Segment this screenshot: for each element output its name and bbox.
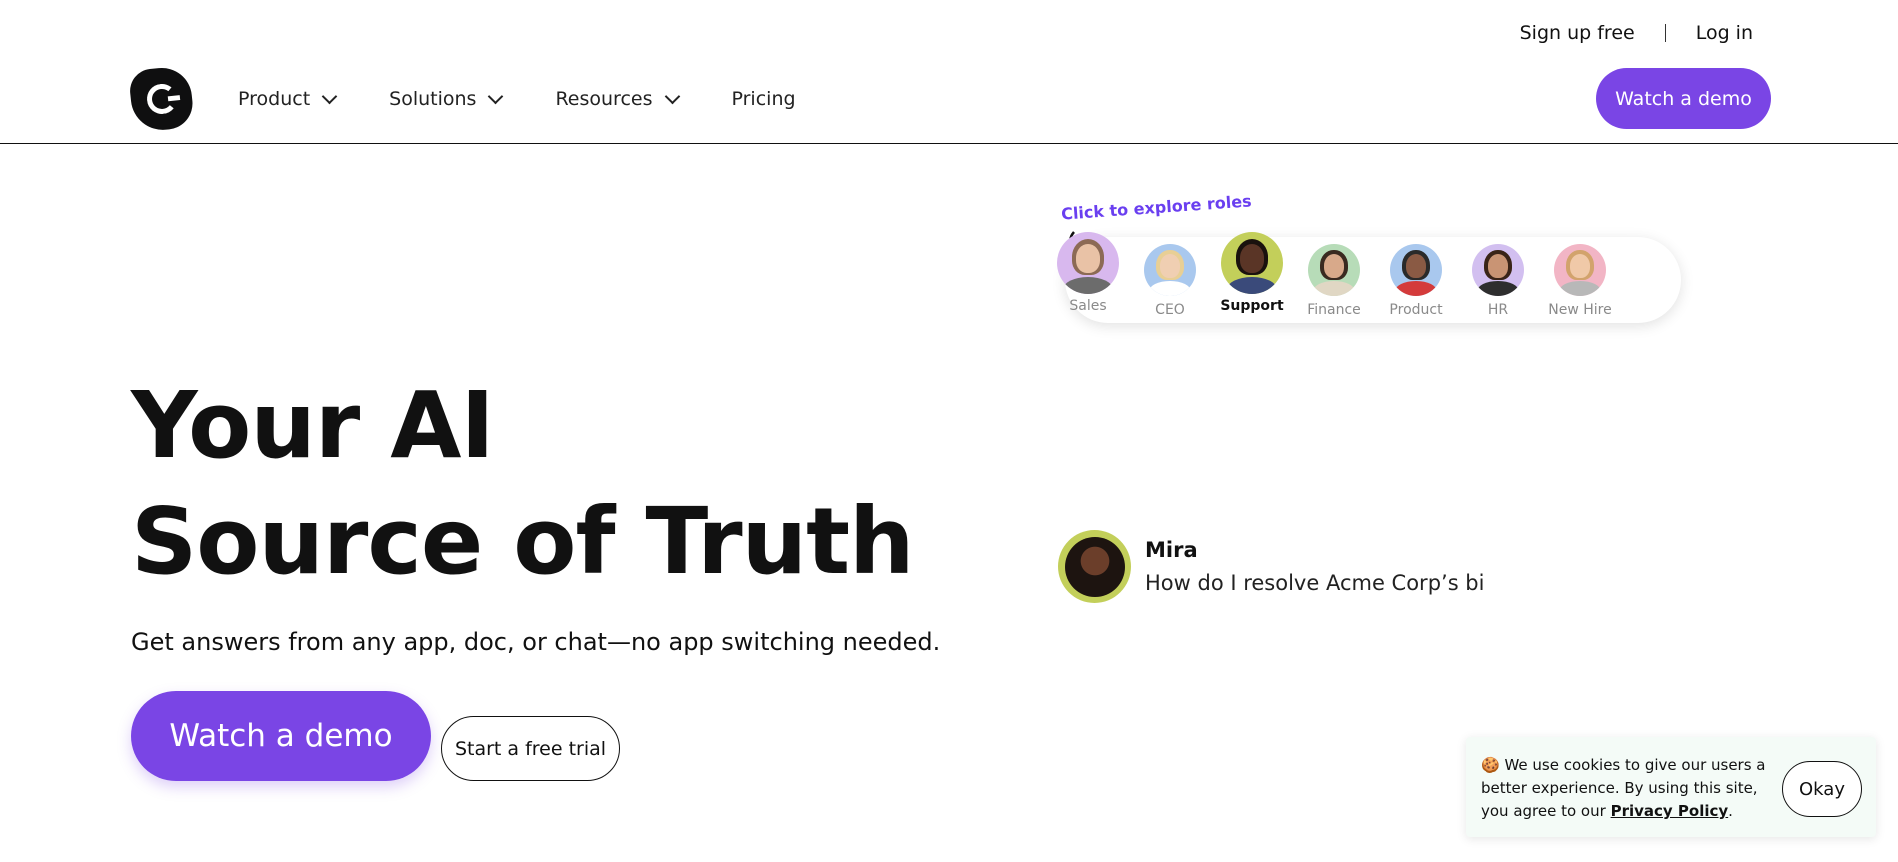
explore-roles-hint: Click to explore roles xyxy=(1060,191,1253,224)
role-new-hire[interactable]: New Hire xyxy=(1540,244,1620,318)
cookie-banner: 🍪 We use cookies to give our users a bet… xyxy=(1466,737,1876,837)
role-label: HR xyxy=(1487,302,1509,318)
nav-item-solutions[interactable]: Solutions xyxy=(389,88,504,110)
cookie-period: . xyxy=(1728,802,1733,820)
nav-item-label: Resources xyxy=(555,88,653,110)
nav-item-pricing[interactable]: Pricing xyxy=(732,88,796,110)
avatar xyxy=(1057,232,1119,294)
avatar xyxy=(1472,244,1524,296)
role-label: Support xyxy=(1220,298,1284,314)
chat-message: How do I resolve Acme Corp’s bi xyxy=(1145,571,1485,595)
cookie-text: 🍪 We use cookies to give our users a bet… xyxy=(1481,754,1781,823)
logo[interactable] xyxy=(127,64,196,134)
log-in-link[interactable]: Log in xyxy=(1696,22,1753,44)
role-label: CEO xyxy=(1155,302,1185,318)
role-sales[interactable]: Sales xyxy=(1048,232,1128,314)
roles-selector: Sales CEO Support Finance Product HR New Hire xyxy=(1057,232,1681,323)
watch-demo-nav-button[interactable]: Watch a demo xyxy=(1596,68,1771,129)
role-label: New Hire xyxy=(1548,302,1612,318)
role-product[interactable]: Product xyxy=(1376,244,1456,318)
role-ceo[interactable]: CEO xyxy=(1130,244,1210,318)
start-free-trial-button[interactable]: Start a free trial xyxy=(441,716,620,781)
divider xyxy=(1664,24,1666,42)
top-links: Sign up free Log in xyxy=(1520,22,1753,44)
cookie-okay-button[interactable]: Okay xyxy=(1782,761,1862,817)
nav-item-label: Solutions xyxy=(389,88,477,110)
mira-avatar xyxy=(1058,530,1131,603)
hero-subtitle: Get answers from any app, doc, or chat—n… xyxy=(131,628,941,656)
main-nav: Product Solutions Resources Pricing Watc… xyxy=(0,64,1898,144)
chevron-down-icon xyxy=(664,88,680,104)
hero-title: Your AI Source of Truth xyxy=(131,368,915,600)
watch-demo-button[interactable]: Watch a demo xyxy=(131,691,431,781)
sign-up-link[interactable]: Sign up free xyxy=(1520,22,1635,44)
hero-title-line-1: Your AI xyxy=(131,372,495,479)
nav-item-label: Product xyxy=(238,88,311,110)
hero-title-line-2: Source of Truth xyxy=(131,488,915,595)
avatar xyxy=(1221,232,1283,294)
role-label: Finance xyxy=(1307,302,1361,318)
role-support[interactable]: Support xyxy=(1212,232,1292,314)
privacy-policy-link[interactable]: Privacy Policy xyxy=(1611,802,1729,820)
role-label: Sales xyxy=(1069,298,1107,314)
avatar xyxy=(1554,244,1606,296)
chevron-down-icon xyxy=(488,88,504,104)
logo-mark-icon xyxy=(145,82,178,116)
role-hr[interactable]: HR xyxy=(1458,244,1538,318)
chevron-down-icon xyxy=(321,88,338,104)
cookie-icon: 🍪 xyxy=(1481,756,1500,774)
nav-item-resources[interactable]: Resources xyxy=(555,88,680,110)
nav-item-label: Pricing xyxy=(731,88,796,110)
nav-item-product[interactable]: Product xyxy=(238,88,338,110)
chat-sender-name: Mira xyxy=(1145,538,1198,562)
avatar xyxy=(1144,244,1196,296)
avatar xyxy=(1308,244,1360,296)
role-label: Product xyxy=(1389,302,1443,318)
avatar xyxy=(1390,244,1442,296)
nav-items: Product Solutions Resources Pricing xyxy=(238,88,796,110)
role-finance[interactable]: Finance xyxy=(1294,244,1374,318)
